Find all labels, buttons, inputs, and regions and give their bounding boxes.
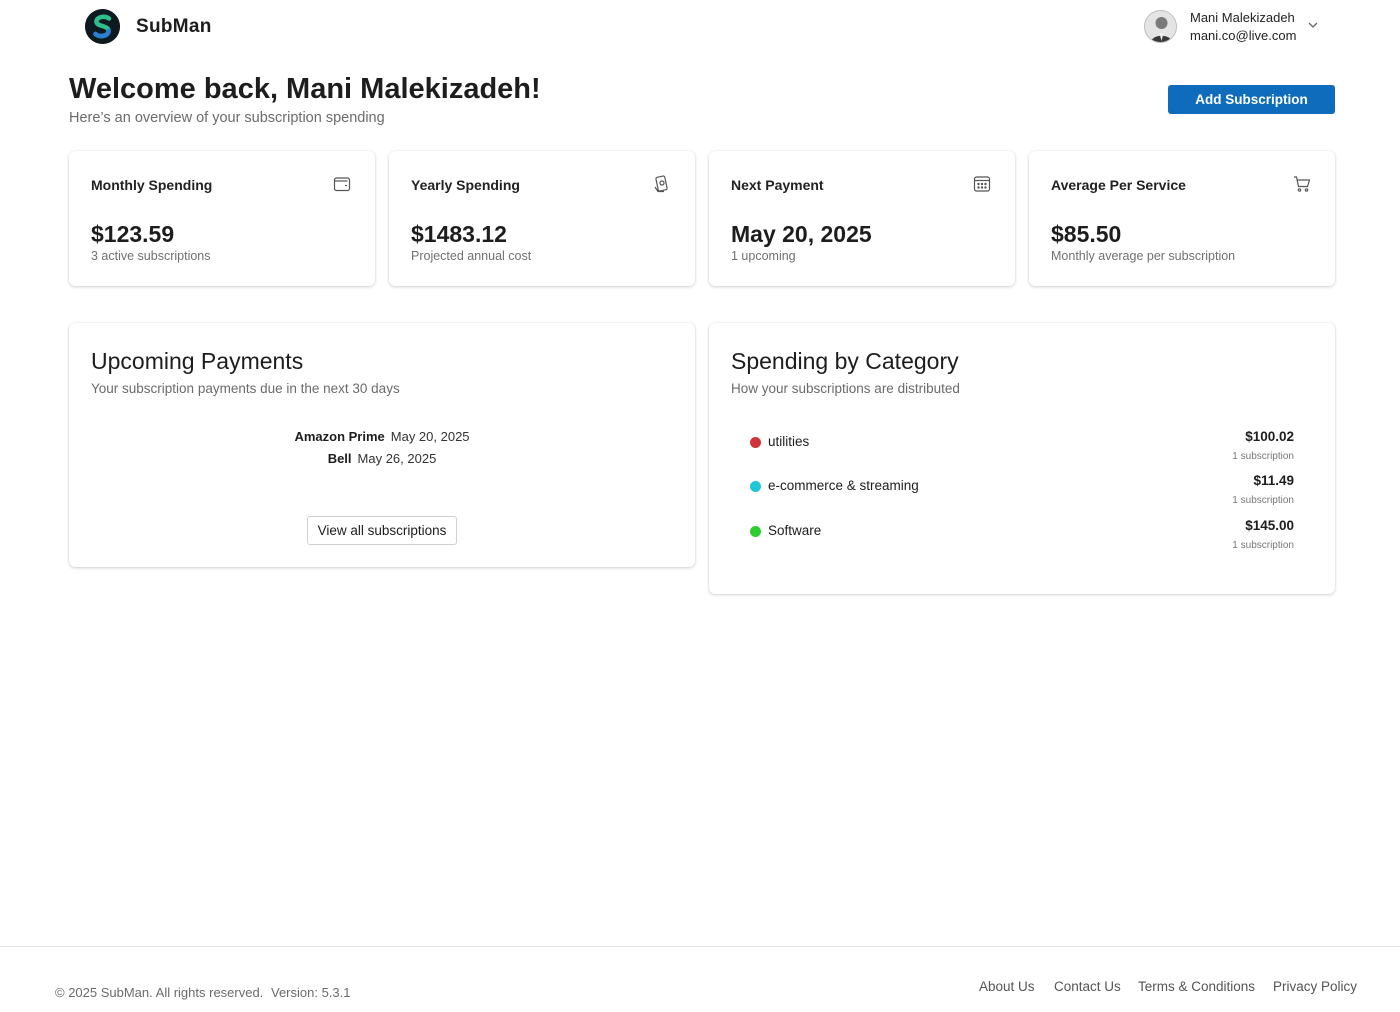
payment-date: May 26, 2025: [357, 451, 437, 466]
brand-name[interactable]: SubMan: [136, 16, 212, 38]
category-amount: $100.02: [1245, 429, 1294, 444]
panel-title: Upcoming Payments: [91, 348, 304, 374]
category-color-dot: [750, 526, 761, 537]
category-label: Software: [768, 523, 822, 538]
payment-date: May 20, 2025: [390, 429, 470, 444]
calendar-icon: [973, 175, 991, 193]
user-name: Mani Malekizadeh: [1190, 10, 1295, 25]
category-row: e-commerce & streaming $11.49 1 subscrip…: [731, 473, 1294, 513]
stat-value: $123.59: [91, 221, 175, 247]
list-item[interactable]: Bell May 26, 2025: [69, 451, 695, 466]
panel-title: Spending by Category: [731, 348, 959, 374]
stat-subtext: 3 active subscriptions: [91, 249, 211, 263]
spending-by-category-panel: Spending by Category How your subscripti…: [709, 323, 1335, 594]
category-label: e-commerce & streaming: [768, 478, 919, 493]
stat-subtext: Projected annual cost: [411, 249, 532, 263]
category-label: utilities: [768, 434, 810, 449]
footer-link-about-us[interactable]: About Us: [979, 979, 1035, 994]
version-text: Version: 5.3.1: [271, 985, 351, 1000]
subman-logo-icon[interactable]: [85, 9, 120, 44]
panel-subtitle: Your subscription payments due in the ne…: [91, 381, 400, 396]
footer-link-terms[interactable]: Terms & Conditions: [1138, 979, 1255, 994]
category-count: 1 subscription: [1232, 495, 1294, 506]
top-header: SubMan Mani Malekizadeh mani.co@live.com: [0, 0, 1400, 56]
stat-title: Monthly Spending: [91, 177, 213, 193]
category-amount: $145.00: [1245, 518, 1294, 533]
chevron-down-icon[interactable]: [1306, 18, 1320, 32]
copyright-text: © 2025 SubMan. All rights reserved.: [55, 985, 264, 1000]
user-menu[interactable]: Mani Malekizadeh mani.co@live.com: [1144, 8, 1330, 46]
wallet-icon: [333, 175, 351, 193]
list-item[interactable]: Amazon Prime May 20, 2025: [69, 429, 695, 444]
cart-icon: [1293, 175, 1311, 193]
money-hand-icon: [653, 175, 671, 193]
panel-subtitle: How your subscriptions are distributed: [731, 381, 960, 396]
payment-name: Amazon Prime: [294, 429, 385, 444]
upcoming-payments-panel: Upcoming Payments Your subscription paym…: [69, 323, 695, 567]
category-row: utilities $100.02 1 subscription: [731, 429, 1294, 469]
stat-subtext: 1 upcoming: [731, 249, 796, 263]
stat-value: $85.50: [1051, 221, 1122, 247]
category-row: Software $145.00 1 subscription: [731, 518, 1294, 558]
stat-title: Next Payment: [731, 177, 824, 193]
next-payment-card: Next Payment May 20, 2025 1 upcoming: [709, 151, 1015, 286]
category-color-dot: [750, 437, 761, 448]
stat-title: Yearly Spending: [411, 177, 520, 193]
category-count: 1 subscription: [1232, 540, 1294, 551]
view-all-subscriptions-button[interactable]: View all subscriptions: [307, 516, 457, 545]
yearly-spending-card: Yearly Spending $1483.12 Projected annua…: [389, 151, 695, 286]
stat-subtext: Monthly average per subscription: [1051, 249, 1236, 263]
footer-link-privacy-policy[interactable]: Privacy Policy: [1273, 979, 1357, 994]
footer-link-contact-us[interactable]: Contact Us: [1054, 979, 1121, 994]
page-title: Welcome back, Mani Malekizadeh!: [69, 73, 541, 105]
stat-value: $1483.12: [411, 221, 507, 247]
monthly-spending-card: Monthly Spending $123.59 3 active subscr…: [69, 151, 375, 286]
user-email: mani.co@live.com: [1190, 28, 1297, 43]
avatar[interactable]: [1144, 10, 1177, 43]
stat-title: Average Per Service: [1051, 177, 1186, 193]
add-subscription-button[interactable]: Add Subscription: [1168, 85, 1335, 114]
category-amount: $11.49: [1253, 473, 1294, 488]
category-count: 1 subscription: [1232, 451, 1294, 462]
page-footer: © 2025 SubMan. All rights reserved. Vers…: [0, 946, 1400, 1012]
average-per-service-card: Average Per Service $85.50 Monthly avera…: [1029, 151, 1335, 286]
category-color-dot: [750, 481, 761, 492]
payment-name: Bell: [327, 451, 352, 466]
page-subtitle: Here’s an overview of your subscription …: [69, 110, 385, 126]
stat-value: May 20, 2025: [731, 221, 872, 247]
